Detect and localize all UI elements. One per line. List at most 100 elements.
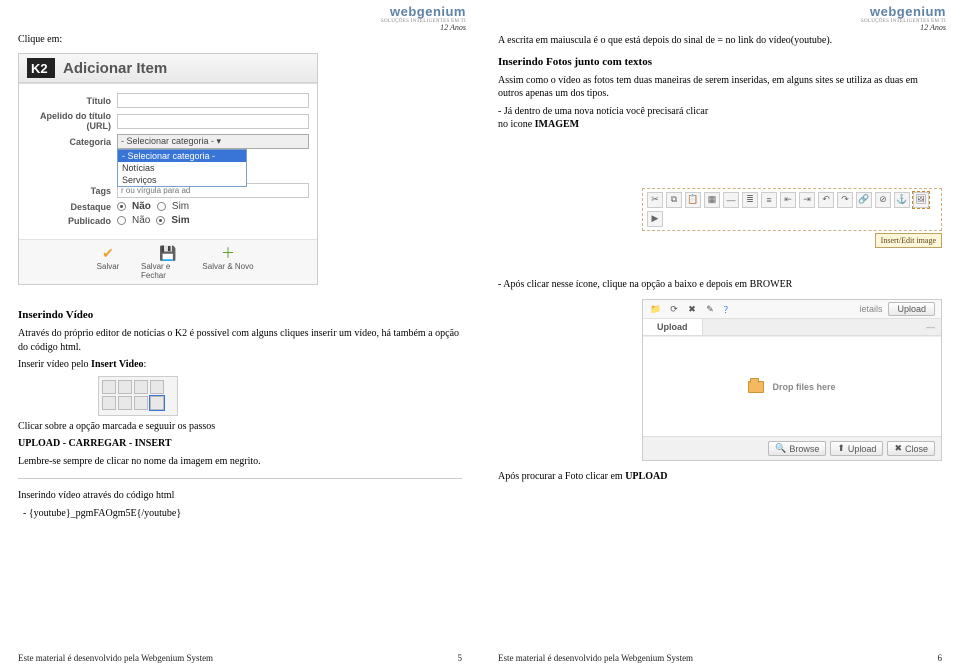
close-button[interactable]: ✖Close: [887, 441, 935, 456]
k2-action-bar: ✔ Salvar 💾 Salvar e Fechar ＋ Salvar & No…: [19, 239, 317, 284]
ed-btn-anchor-icon[interactable]: ⚓: [894, 192, 910, 208]
brand-name: webgenium: [390, 4, 466, 19]
input-titulo[interactable]: [117, 93, 309, 108]
radio-publicado-nao[interactable]: [117, 216, 126, 225]
html-video-title: Inserindo vídeo através do código html: [18, 489, 462, 503]
toolbar-btn[interactable]: [118, 380, 132, 394]
img-mgr-icons: 📁 ⟳ ✖ ✎ ？: [649, 302, 735, 316]
img-mgr-toolbar: 📁 ⟳ ✖ ✎ ？ ietails Upload: [643, 300, 941, 319]
toolbar-btn[interactable]: [118, 396, 132, 410]
toolbar-btn[interactable]: [150, 380, 164, 394]
photos-p2: - Já dentro de uma nova notícia você pre…: [498, 105, 942, 132]
help-icon[interactable]: ？: [721, 302, 735, 316]
page-left: webgenium SOLUÇÕES INTELIGENTES EM TI 12…: [0, 0, 480, 669]
ed-btn-copy-icon[interactable]: ⧉: [666, 192, 682, 208]
editor-video-toolbar: [98, 376, 178, 416]
vp2b: Insert Video: [91, 359, 144, 370]
radio-destaque: Não Sim: [117, 201, 189, 212]
intro-text: Clique em:: [18, 34, 462, 45]
ed-btn-image-icon[interactable]: 🖼: [913, 192, 929, 208]
radio-destaque-nao[interactable]: [117, 202, 126, 211]
select-categoria[interactable]: - Selecionar categoria - ▾ - Selecionar …: [117, 134, 309, 149]
ed-btn-table-icon[interactable]: ▦: [704, 192, 720, 208]
delete-icon[interactable]: ✖: [685, 302, 699, 316]
label-nao: Não: [132, 201, 151, 212]
save-close-icon: 💾: [159, 244, 177, 262]
folder-open-icon: [748, 381, 764, 393]
btn-salvar-label: Salvar: [97, 262, 120, 271]
video-paragraph-1: Através do próprio editor de notícias o …: [18, 327, 462, 354]
page-number: 6: [938, 653, 943, 663]
ed-btn-orderedlist-icon[interactable]: ≡: [761, 192, 777, 208]
categoria-dropdown-panel: - Selecionar categoria - Notícias Serviç…: [117, 149, 247, 187]
ed-btn-cut-icon[interactable]: ✂: [647, 192, 663, 208]
k2-logo-icon: K2: [27, 58, 55, 78]
label-sim-2: Sim: [171, 215, 189, 226]
input-apelido[interactable]: [117, 114, 309, 129]
browse-button[interactable]: 🔍Browse: [768, 441, 826, 456]
section-inserindo-video: Inserindo Vídeo: [18, 309, 462, 321]
video-paragraph-2: Inserir vídeo pelo Insert Video:: [18, 358, 462, 372]
pp2c: IMAGEM: [535, 119, 579, 130]
browse-label: Browse: [789, 444, 819, 454]
top-upload-button[interactable]: Upload: [888, 302, 935, 316]
brand-years: 12 Anos: [920, 23, 946, 32]
label-publicado: Publicado: [27, 216, 117, 226]
ed-btn-unlink-icon[interactable]: ⊘: [875, 192, 891, 208]
radio-publicado-sim[interactable]: [156, 216, 165, 225]
page-right: webgenium SOLUÇÕES INTELIGENTES EM TI 12…: [480, 0, 960, 669]
toolbar-btn[interactable]: [134, 380, 148, 394]
refresh-icon[interactable]: ⟳: [667, 302, 681, 316]
tab-details[interactable]: ietails: [859, 304, 882, 314]
ed-btn-outdent-icon[interactable]: ⇤: [780, 192, 796, 208]
upload-button[interactable]: ⬆Upload: [830, 441, 883, 456]
after-mgr-text: Após procurar a Foto clicar em UPLOAD: [498, 471, 942, 482]
k2-titlebar: K2 Adicionar Item: [19, 54, 317, 83]
toolbar-btn[interactable]: [102, 380, 116, 394]
tab-upload[interactable]: Upload: [643, 319, 703, 335]
divider: [18, 478, 462, 479]
drop-zone[interactable]: Drop files here: [643, 336, 941, 436]
ed-btn-undo-icon[interactable]: ↶: [818, 192, 834, 208]
upload-icon: ⬆: [837, 443, 845, 454]
toolbar-btn-insert-video[interactable]: [150, 396, 164, 410]
folder-icon[interactable]: 📁: [649, 302, 663, 316]
video-steps-1: Clicar sobre a opção marcada e seguuir o…: [18, 420, 462, 434]
btn-salvar-novo[interactable]: ＋ Salvar & Novo: [201, 244, 255, 280]
ed-btn-redo-icon[interactable]: ↷: [837, 192, 853, 208]
after-toolbar-text: - Após clicar nesse ícone, clique na opç…: [498, 278, 942, 292]
btn-salvar[interactable]: ✔ Salvar: [81, 244, 135, 280]
ed-btn-list-icon[interactable]: ≣: [742, 192, 758, 208]
dd-item-noticias[interactable]: Notícias: [118, 162, 246, 174]
drop-text: Drop files here: [772, 382, 835, 392]
ed-btn-paste-icon[interactable]: 📋: [685, 192, 701, 208]
vp2a: Inserir vídeo pelo: [18, 359, 91, 370]
btn-salvar-fechar[interactable]: 💾 Salvar e Fechar: [141, 244, 195, 280]
label-titulo: Título: [27, 96, 117, 106]
radio-destaque-sim[interactable]: [157, 202, 166, 211]
dd-item-servicos[interactable]: Serviços: [118, 174, 246, 186]
two-page-spread: webgenium SOLUÇÕES INTELIGENTES EM TI 12…: [0, 0, 960, 669]
k2-window-title: Adicionar Item: [63, 60, 167, 77]
rename-icon[interactable]: ✎: [703, 302, 717, 316]
toolbar-btn[interactable]: [102, 396, 116, 410]
minimize-icon[interactable]: —: [926, 322, 935, 332]
ed-btn-indent-icon[interactable]: ⇥: [799, 192, 815, 208]
dd-item-placeholder[interactable]: - Selecionar categoria -: [118, 150, 246, 162]
label-tags: Tags: [27, 186, 117, 196]
k2-form: Título Apelido do título (URL) Categoria…: [19, 84, 317, 239]
close-icon: ✖: [894, 443, 902, 454]
html-video-code: - {youtube}_pgmFAOgm5E{/youtube}: [18, 507, 462, 521]
ed-btn-hr-icon[interactable]: —: [723, 192, 739, 208]
close-label: Close: [905, 444, 928, 454]
k2-add-item-window: K2 Adicionar Item Conteúdo Imagem Galeri…: [18, 53, 318, 285]
svg-text:K2: K2: [31, 61, 48, 76]
label-nao-2: Não: [132, 215, 150, 226]
ed-btn-link-icon[interactable]: 🔗: [856, 192, 872, 208]
section-inserindo-fotos: Inserindo Fotos junto com textos: [498, 56, 942, 68]
label-sim: Sim: [172, 201, 189, 212]
ed-btn-media-icon[interactable]: ▶: [647, 211, 663, 227]
toolbar-btn[interactable]: [134, 396, 148, 410]
pp2b: no icone: [498, 119, 535, 130]
brand-logo: webgenium SOLUÇÕES INTELIGENTES EM TI 12…: [381, 4, 466, 32]
